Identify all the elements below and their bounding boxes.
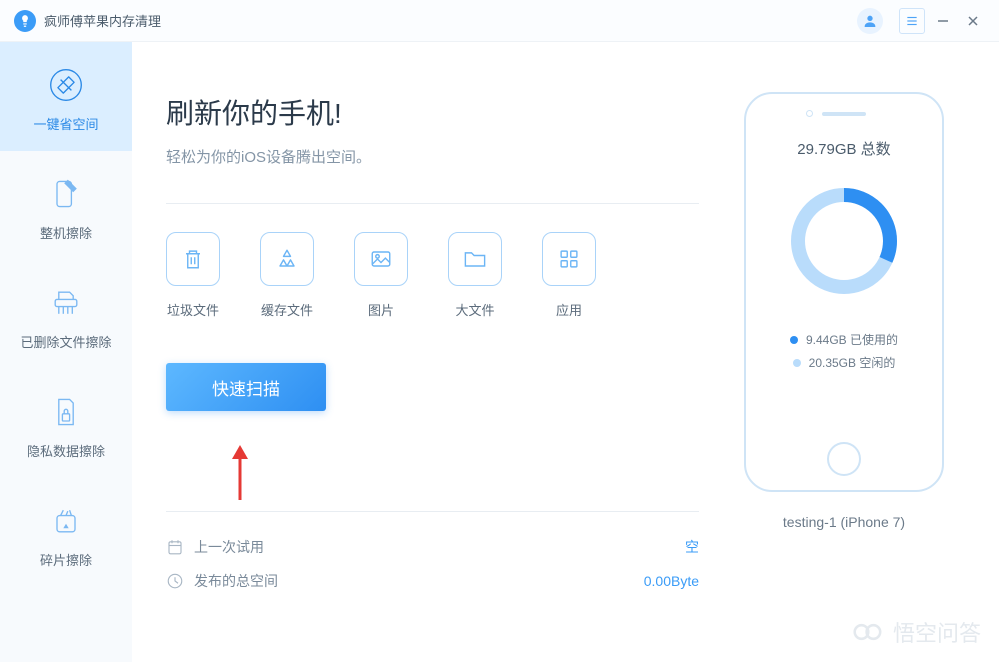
sidebar-item-label: 碎片擦除	[40, 550, 92, 569]
sidebar-item-label: 一键省空间	[33, 114, 98, 133]
storage-total: 29.79GB 总数	[797, 138, 890, 159]
divider	[166, 203, 699, 204]
sidebar-item-one-click[interactable]: 一键省空间	[0, 42, 132, 151]
sidebar-item-privacy-erase[interactable]: 隐私数据擦除	[0, 369, 132, 478]
category-label: 缓存文件	[261, 300, 313, 319]
sidebar-item-label: 已删除文件擦除	[20, 332, 111, 351]
info-row-last-trial: 上一次试用 空	[166, 530, 699, 564]
calendar-icon	[166, 538, 184, 556]
close-button[interactable]	[961, 9, 985, 33]
category-bigfiles[interactable]: 大文件	[448, 232, 502, 319]
category-photos[interactable]: 图片	[354, 232, 408, 319]
folder-icon	[448, 232, 502, 286]
legend-free-label: 20.35GB 空闲的	[809, 354, 896, 371]
category-label: 大文件	[455, 300, 494, 319]
dot-used-icon	[790, 336, 798, 344]
category-label: 应用	[556, 300, 582, 319]
fragment-icon	[47, 502, 85, 540]
user-avatar-icon[interactable]	[857, 8, 883, 34]
page-title: 刷新你的手机!	[166, 92, 699, 132]
recycle-icon	[260, 232, 314, 286]
dot-free-icon	[793, 359, 801, 367]
category-junk[interactable]: 垃圾文件	[166, 232, 220, 319]
device-name: testing-1 (iPhone 7)	[783, 514, 905, 530]
clock-icon	[166, 572, 184, 590]
sidebar-item-deleted-erase[interactable]: 已删除文件擦除	[0, 260, 132, 369]
legend-used: 9.44GB 已使用的	[790, 331, 898, 348]
titlebar-left: 疯师傅苹果内存清理	[14, 10, 161, 32]
released-value: 0.00Byte	[644, 573, 699, 589]
app-title: 疯师傅苹果内存清理	[44, 11, 161, 30]
storage-donut-chart	[784, 181, 904, 301]
category-label: 垃圾文件	[167, 300, 219, 319]
main-content: 刷新你的手机! 轻松为你的iOS设备腾出空间。 垃圾文件 缓存文件	[132, 42, 999, 662]
apps-icon	[542, 232, 596, 286]
category-label: 图片	[368, 300, 394, 319]
sidebar-item-fragment-erase[interactable]: 碎片擦除	[0, 478, 132, 587]
sidebar-item-label: 整机擦除	[40, 223, 92, 242]
quick-scan-button[interactable]: 快速扫描	[166, 363, 326, 411]
sidebar: 一键省空间 整机擦除 已删除文件擦除 隐私数据擦除 碎片擦除	[0, 42, 132, 662]
image-icon	[354, 232, 408, 286]
sidebar-item-label: 隐私数据擦除	[27, 441, 105, 460]
last-trial-label: 上一次试用	[194, 537, 264, 557]
app-logo-icon	[14, 10, 36, 32]
bottom-info: 上一次试用 空 发布的总空间 0.00Byte	[166, 511, 699, 598]
phone-outline: 29.79GB 总数 9.44GB 已使用的 20.35GB 空闲的	[744, 92, 944, 492]
legend-used-label: 9.44GB 已使用的	[806, 331, 898, 348]
trash-icon	[166, 232, 220, 286]
category-row: 垃圾文件 缓存文件 图片	[166, 232, 699, 319]
device-panel: 29.79GB 总数 9.44GB 已使用的 20.35GB 空闲的 testi…	[729, 92, 959, 632]
menu-button[interactable]	[899, 8, 925, 34]
phone-erase-icon	[47, 175, 85, 213]
minimize-button[interactable]	[931, 9, 955, 33]
titlebar-right	[857, 8, 985, 34]
flashlight-icon	[47, 66, 85, 104]
phone-camera-icon	[806, 110, 813, 117]
released-label: 发布的总空间	[194, 571, 278, 591]
sidebar-item-full-erase[interactable]: 整机擦除	[0, 151, 132, 260]
shredder-icon	[47, 284, 85, 322]
category-apps[interactable]: 应用	[542, 232, 596, 319]
legend-free: 20.35GB 空闲的	[793, 354, 896, 371]
page-subtitle: 轻松为你的iOS设备腾出空间。	[166, 146, 699, 167]
titlebar: 疯师傅苹果内存清理	[0, 0, 999, 42]
info-row-released: 发布的总空间 0.00Byte	[166, 564, 699, 598]
sim-lock-icon	[47, 393, 85, 431]
last-trial-value: 空	[685, 537, 699, 557]
category-cache[interactable]: 缓存文件	[260, 232, 314, 319]
